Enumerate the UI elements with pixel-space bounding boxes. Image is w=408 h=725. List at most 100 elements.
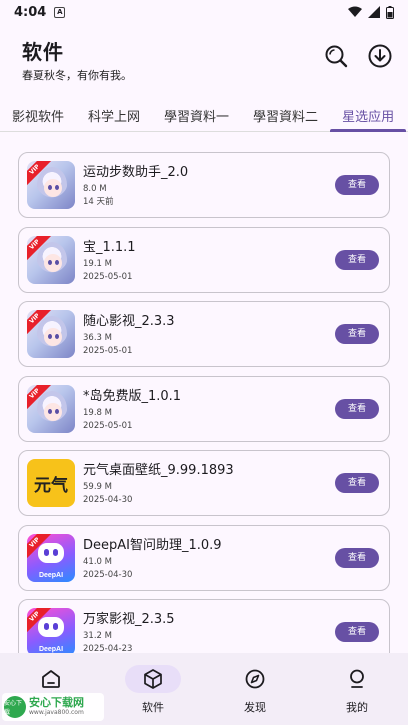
app-card[interactable]: DeepAI VIP DeepAI智问助理_1.0.9 41.0 M 2025-04-3… — [18, 524, 390, 591]
anime-face — [44, 253, 62, 272]
anime-eye1 — [48, 334, 52, 339]
page-subtitle: 春夏秋冬，有你有我。 — [22, 69, 132, 82]
app-name: *岛免费版_1.0.1 — [83, 388, 182, 404]
app-date: 2025-05-01 — [83, 271, 133, 282]
notification-icon: A — [54, 6, 66, 18]
tab-featured-apps[interactable]: 星选应用 — [330, 100, 407, 132]
yuanqi-app-icon: 元气 — [27, 459, 75, 507]
app-info: 随心影视_2.3.3 36.3 M 2025-05-01 — [83, 310, 335, 358]
download-button[interactable] — [368, 44, 392, 68]
app-name: 宝_1.1.1 — [83, 239, 136, 255]
app-icon-text: DeepAI — [38, 571, 64, 579]
anime-eye1 — [48, 259, 52, 265]
app-card[interactable]: DeepAI VIP 万家影视_2.3.5 31.2 M 2025-04-23 查看 — [18, 599, 390, 653]
search-button[interactable] — [324, 44, 348, 68]
app-info: 运动步数助手_2.0 8.0 M 14 天前 — [83, 161, 335, 209]
person-icon — [350, 669, 364, 688]
anime-app-icon: VIP — [27, 161, 75, 209]
app-name: 元气桌面壁纸_9.99.1893 — [83, 463, 234, 478]
robot-face — [38, 542, 64, 563]
watermark-url: www.java800.com — [29, 709, 84, 716]
app-date: 2025-05-01 — [83, 346, 133, 356]
app-icon-text: DeepAI — [38, 646, 64, 653]
app-size: 59.9 M — [83, 482, 112, 492]
home-icon — [42, 670, 60, 688]
watermark-title: 安心下载网 — [29, 696, 84, 709]
view-button[interactable]: 查看 — [335, 473, 379, 493]
app-date: 2025-04-30 — [83, 569, 133, 580]
app-size: 19.1 M — [83, 258, 112, 269]
app-card[interactable]: VIP 宝_1.1.1 19.1 M 2025-05-01 查看 — [18, 226, 390, 293]
app-info: 元气桌面壁纸_9.99.1893 59.9 M 2025-04-30 — [83, 459, 335, 507]
app-name: DeepAI智问助理_1.0.9 — [83, 537, 222, 553]
app-card[interactable]: 元气 元气桌面壁纸_9.99.1893 59.9 M 2025-04-30 查看 — [18, 450, 390, 516]
app-icon-text: 元气 — [34, 475, 68, 496]
app-size: 19.8 M — [83, 407, 112, 418]
view-button[interactable]: 查看 — [335, 249, 379, 270]
status-icons — [348, 5, 394, 19]
tab-study-1[interactable]: 學習資料一 — [152, 100, 241, 131]
app-size: 8.0 M — [83, 184, 107, 194]
app-date: 2025-05-01 — [83, 420, 133, 431]
view-button[interactable]: 查看 — [335, 547, 379, 568]
app-name: 万家影视_2.3.5 — [83, 612, 175, 627]
status-time: 4:04 — [14, 4, 47, 20]
header: 软件 春夏秋冬，有你有我。 — [22, 36, 392, 84]
watermark: 安心下载 安心下载网 www.java800.com — [2, 693, 104, 721]
robot-face — [38, 617, 64, 637]
tab-study-2[interactable]: 學習資料二 — [241, 100, 330, 131]
download-icon — [368, 44, 392, 68]
app-size: 36.3 M — [83, 333, 112, 343]
search-icon — [325, 45, 348, 68]
anime-eye1 — [48, 185, 52, 190]
nav-profile[interactable]: 我的 — [306, 653, 408, 725]
nav-discover[interactable]: 发现 — [204, 653, 306, 725]
view-button[interactable]: 查看 — [335, 398, 379, 419]
view-button[interactable]: 查看 — [335, 175, 379, 195]
app-card[interactable]: VIP 运动步数助手_2.0 8.0 M 14 天前 查看 — [18, 152, 390, 218]
category-tabs: 影视软件 科学上网 學習資料一 學習資料二 星选应用 — [0, 100, 408, 132]
robot-app-icon: DeepAI VIP — [27, 533, 75, 582]
anime-app-icon: VIP — [27, 310, 75, 358]
app-list: VIP 运动步数助手_2.0 8.0 M 14 天前 查看 VIP 宝_1.1.1 19.1 … — [18, 152, 390, 653]
app-info: *岛免费版_1.0.1 19.8 M 2025-05-01 — [83, 385, 335, 433]
app-date: 14 天前 — [83, 197, 114, 207]
robot-app-icon: DeepAI VIP — [27, 608, 75, 653]
anime-eye2 — [55, 334, 59, 339]
app-date: 2025-04-23 — [83, 644, 133, 653]
header-actions — [324, 44, 392, 68]
package-icon — [144, 669, 162, 689]
anime-eye2 — [55, 185, 59, 190]
tab-movies[interactable]: 影视软件 — [0, 100, 76, 131]
app-name: 运动步数助手_2.0 — [83, 165, 189, 180]
view-button[interactable]: 查看 — [335, 622, 379, 642]
app-name: 随心影视_2.3.3 — [83, 314, 175, 329]
anime-face — [44, 402, 62, 421]
signal-icon — [368, 6, 380, 18]
app-size: 41.0 M — [83, 556, 112, 567]
anime-face — [44, 328, 62, 346]
anime-app-icon: VIP — [27, 384, 75, 433]
view-button[interactable]: 查看 — [335, 324, 379, 344]
tab-vpn[interactable]: 科学上网 — [76, 100, 152, 131]
watermark-logo: 安心下载 — [4, 696, 26, 718]
anime-eye2 — [55, 259, 59, 265]
nav-software[interactable]: 软件 — [102, 653, 204, 725]
app-card[interactable]: VIP *岛免费版_1.0.1 19.8 M 2025-05-01 查看 — [18, 375, 390, 442]
battery-icon — [386, 5, 394, 19]
app-date: 2025-04-30 — [83, 495, 133, 505]
anime-face — [44, 179, 62, 197]
app-size: 31.2 M — [83, 631, 112, 641]
app-info: DeepAI智问助理_1.0.9 41.0 M 2025-04-30 — [83, 534, 335, 582]
anime-app-icon: VIP — [27, 235, 75, 284]
nav-discover-label: 发现 — [244, 701, 266, 714]
status-bar: 4:04 A — [0, 0, 408, 24]
nav-profile-label: 我的 — [346, 701, 368, 714]
nav-software-label: 软件 — [142, 701, 164, 714]
app-info: 万家影视_2.3.5 31.2 M 2025-04-23 — [83, 608, 335, 653]
app-card[interactable]: VIP 随心影视_2.3.3 36.3 M 2025-05-01 查看 — [18, 301, 390, 367]
app-info: 宝_1.1.1 19.1 M 2025-05-01 — [83, 236, 335, 284]
wifi-icon — [348, 6, 362, 17]
anime-eye1 — [48, 408, 52, 414]
anime-eye2 — [55, 408, 59, 414]
